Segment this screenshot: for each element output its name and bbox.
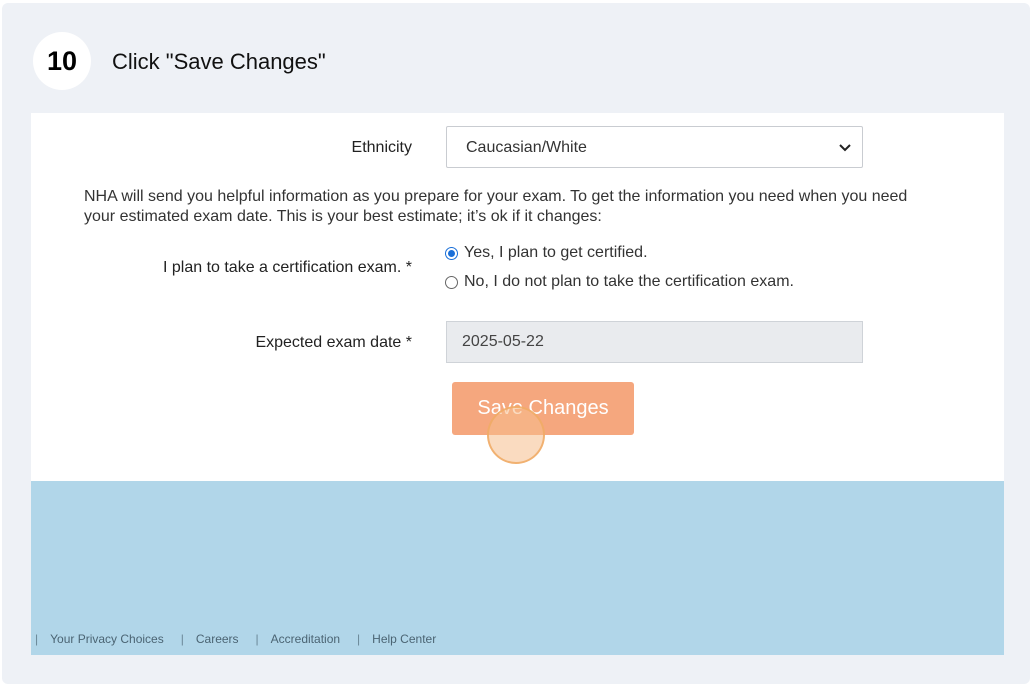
certification-plan-label: I plan to take a certification exam. * <box>162 259 412 276</box>
radio-yes-label: Yes, I plan to get certified. <box>464 244 648 261</box>
footer-separator: | <box>180 632 184 646</box>
footer-links: | Your Privacy Choices | Careers | Accre… <box>35 632 453 646</box>
exam-info-text: NHA will send you helpful information as… <box>84 187 1004 227</box>
footer-separator: | <box>357 632 361 646</box>
exam-date-value: 2025-05-22 <box>462 333 544 350</box>
step-number-badge: 10 <box>33 32 91 90</box>
radio-option-yes[interactable]: Yes, I plan to get certified. <box>445 244 648 262</box>
footer-separator: | <box>35 632 39 646</box>
screenshot-panel: Ethnicity Caucasian/White NHA will send … <box>31 113 1004 655</box>
footer-link-help-center[interactable]: Help Center <box>372 632 436 646</box>
exam-date-label: Expected exam date * <box>255 334 412 351</box>
footer-separator: | <box>255 632 259 646</box>
exam-date-input[interactable]: 2025-05-22 <box>446 321 863 363</box>
chevron-down-icon <box>839 144 851 152</box>
step-instruction: Click "Save Changes" <box>112 49 326 74</box>
click-indicator <box>487 406 545 464</box>
footer-link-careers[interactable]: Careers <box>196 632 239 646</box>
profile-form: Ethnicity Caucasian/White NHA will send … <box>31 113 1004 481</box>
radio-no-label: No, I do not plan to take the certificat… <box>464 273 794 290</box>
exam-info-line-1: NHA will send you helpful information as… <box>84 188 908 205</box>
ethnicity-selected-value: Caucasian/White <box>466 139 587 156</box>
ethnicity-label: Ethnicity <box>351 139 412 156</box>
site-footer: | Your Privacy Choices | Careers | Accre… <box>31 481 1004 655</box>
radio-yes-button[interactable] <box>445 246 458 260</box>
footer-link-privacy-choices[interactable]: Your Privacy Choices <box>50 632 164 646</box>
radio-option-no[interactable]: No, I do not plan to take the certificat… <box>445 273 794 291</box>
exam-info-line-2: your estimated exam date. This is your b… <box>84 208 602 225</box>
ethnicity-select[interactable]: Caucasian/White <box>446 126 863 168</box>
radio-no-button[interactable] <box>445 275 458 289</box>
footer-link-accreditation[interactable]: Accreditation <box>271 632 340 646</box>
